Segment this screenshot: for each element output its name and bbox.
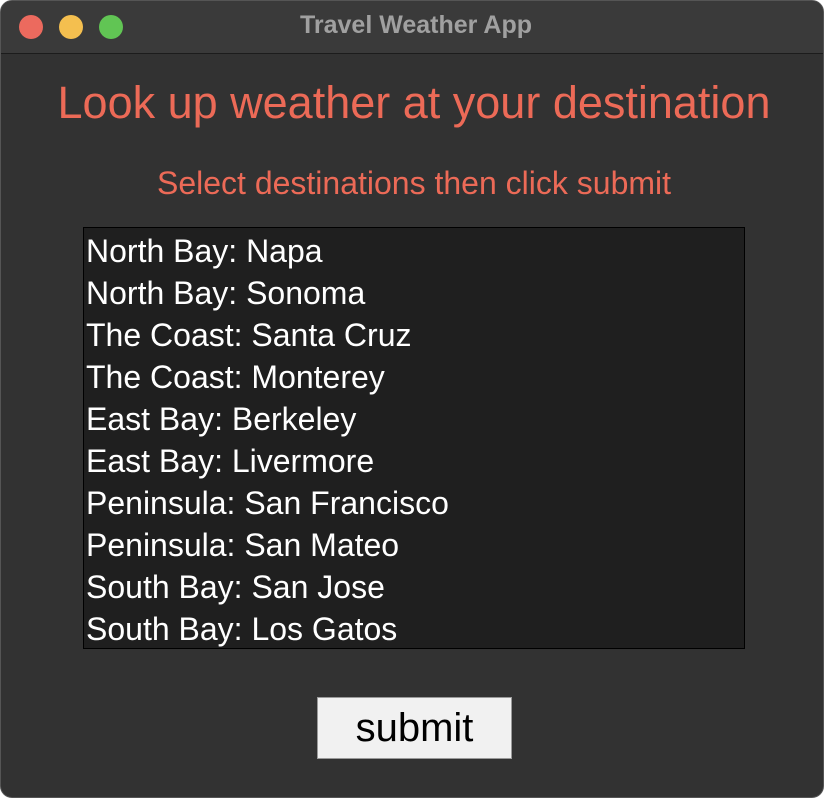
- instructions-label: Select destinations then click submit: [156, 165, 672, 201]
- list-item[interactable]: North Bay: Napa: [84, 230, 744, 272]
- list-item[interactable]: North Bay: Sonoma: [84, 272, 744, 314]
- list-item[interactable]: South Bay: Los Gatos: [84, 608, 744, 650]
- window-title: Travel Weather App: [299, 11, 533, 39]
- title-bar[interactable]: Travel Weather App: [1, 1, 823, 54]
- list-item[interactable]: East Bay: Livermore: [84, 440, 744, 482]
- destination-listbox[interactable]: North Bay: Napa North Bay: Sonoma The Co…: [83, 227, 745, 649]
- list-item[interactable]: South Bay: San Jose: [84, 566, 744, 608]
- app-window: Travel Weather App Look up weather at yo…: [0, 0, 824, 798]
- list-item[interactable]: The Coast: Monterey: [84, 356, 744, 398]
- list-item[interactable]: Peninsula: San Francisco: [84, 482, 744, 524]
- list-item[interactable]: The Coast: Santa Cruz: [84, 314, 744, 356]
- page-title: Look up weather at your destination: [57, 77, 771, 128]
- list-item[interactable]: Peninsula: San Mateo: [84, 524, 744, 566]
- submit-button[interactable]: submit: [317, 697, 512, 759]
- list-item[interactable]: East Bay: Berkeley: [84, 398, 744, 440]
